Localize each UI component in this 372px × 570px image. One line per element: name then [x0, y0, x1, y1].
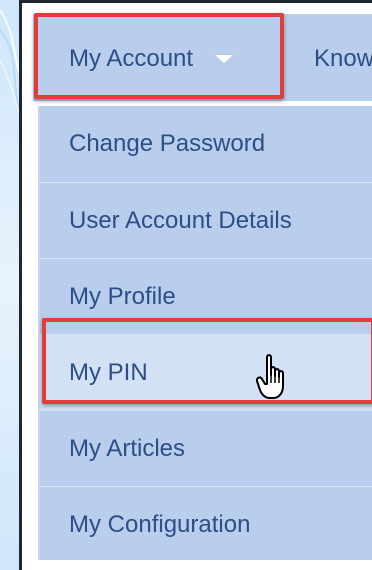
my-account-menu-button[interactable]: My Account — [36, 17, 286, 100]
menu-item-label: Change Password — [69, 130, 266, 157]
menu-item-label: My Configuration — [69, 510, 251, 538]
menu-item-user-account-details[interactable]: User Account Details — [40, 182, 372, 258]
menu-item-my-configuration[interactable]: My Configuration — [40, 486, 372, 562]
menu-item-label: My PIN — [69, 358, 148, 386]
menu-item-label: User Account Details — [69, 206, 292, 234]
top-nav-bar: My Account Know — [22, 3, 372, 106]
topnav-item-knowledge[interactable]: Know — [300, 17, 372, 100]
menu-item-label: My Profile — [69, 282, 176, 310]
frame-bottom-strip — [22, 560, 372, 570]
menu-item-change-password[interactable]: Change Password — [40, 106, 372, 182]
caret-down-icon — [215, 54, 234, 63]
menu-item-my-articles[interactable]: My Articles — [40, 410, 372, 486]
screenshot-frame: My Account Know Change Password User Acc… — [19, 0, 372, 570]
topnav-item-label: Know — [314, 44, 372, 72]
my-account-dropdown: Change Password User Account Details My … — [38, 106, 372, 560]
my-account-label: My Account — [69, 44, 194, 72]
menu-item-my-profile[interactable]: My Profile — [40, 258, 372, 334]
menu-item-label: My Articles — [69, 434, 186, 462]
menu-item-my-pin[interactable]: My PIN — [40, 334, 372, 410]
